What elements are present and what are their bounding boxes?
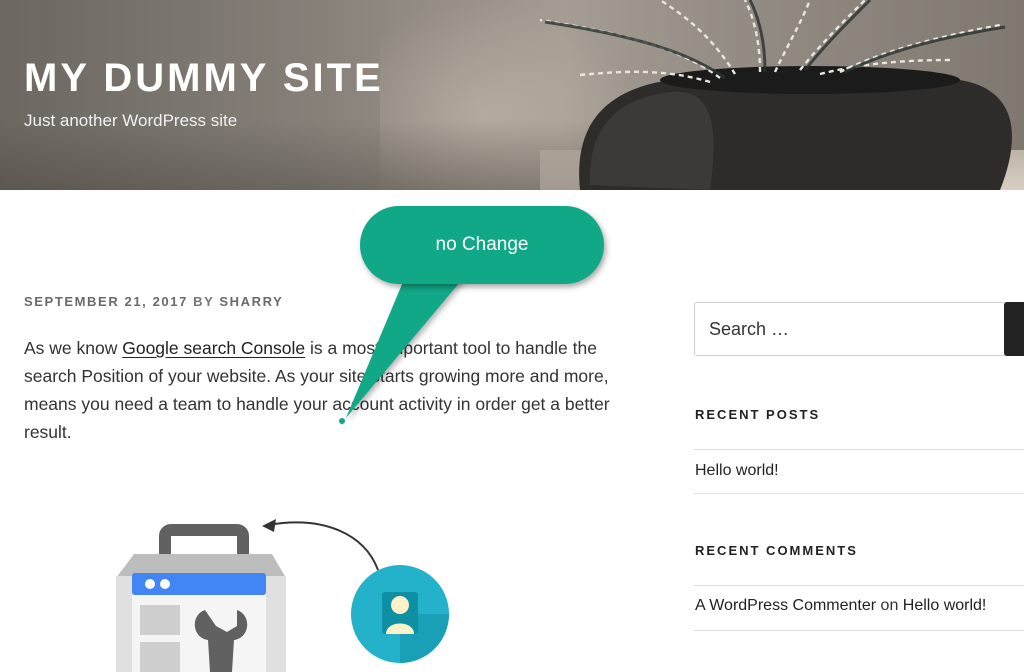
comment-connector: on [876,597,903,614]
toolbox-icon [116,524,286,672]
callout-text: no Change [435,234,529,255]
post-author[interactable]: SHARRY [219,294,283,309]
search-input[interactable] [695,303,995,355]
search-button[interactable] [1004,302,1024,356]
post-body-intro: As we know [24,338,123,358]
google-search-console-link[interactable]: Google search Console [122,338,305,358]
post-body: As we know Google search Console is a mo… [24,334,634,446]
recent-comments-divider-top [694,585,1024,586]
recent-comments-title: RECENT COMMENTS [695,543,858,558]
comment-post-link[interactable]: Hello world! [903,597,987,614]
site-header: MY DUMMY SITE Just another WordPress sit… [0,0,1024,190]
user-avatar-icon [351,565,449,663]
site-tagline: Just another WordPress site [24,111,238,130]
search-form [694,302,1024,356]
site-title[interactable]: MY DUMMY SITE [24,56,384,101]
recent-posts-divider-bottom [694,493,1024,494]
recent-post-link[interactable]: Hello world! [695,462,779,480]
comment-author-link[interactable]: A WordPress Commenter [695,597,876,614]
post-meta: SEPTEMBER 21, 2017 BY SHARRY [24,294,283,309]
post-meta-by: BY [193,294,215,309]
recent-posts-divider-top [694,449,1024,450]
recent-comments-divider-bottom [694,630,1024,631]
post-date[interactable]: SEPTEMBER 21, 2017 [24,294,188,309]
callout-bubble: no Change [360,206,604,284]
recent-comment-item: A WordPress Commenter on Hello world! [695,597,986,615]
search-console-illustration [116,519,449,672]
plant-pot-image [539,0,1012,190]
curved-arrow-icon [262,519,379,571]
recent-posts-title: RECENT POSTS [695,407,821,422]
